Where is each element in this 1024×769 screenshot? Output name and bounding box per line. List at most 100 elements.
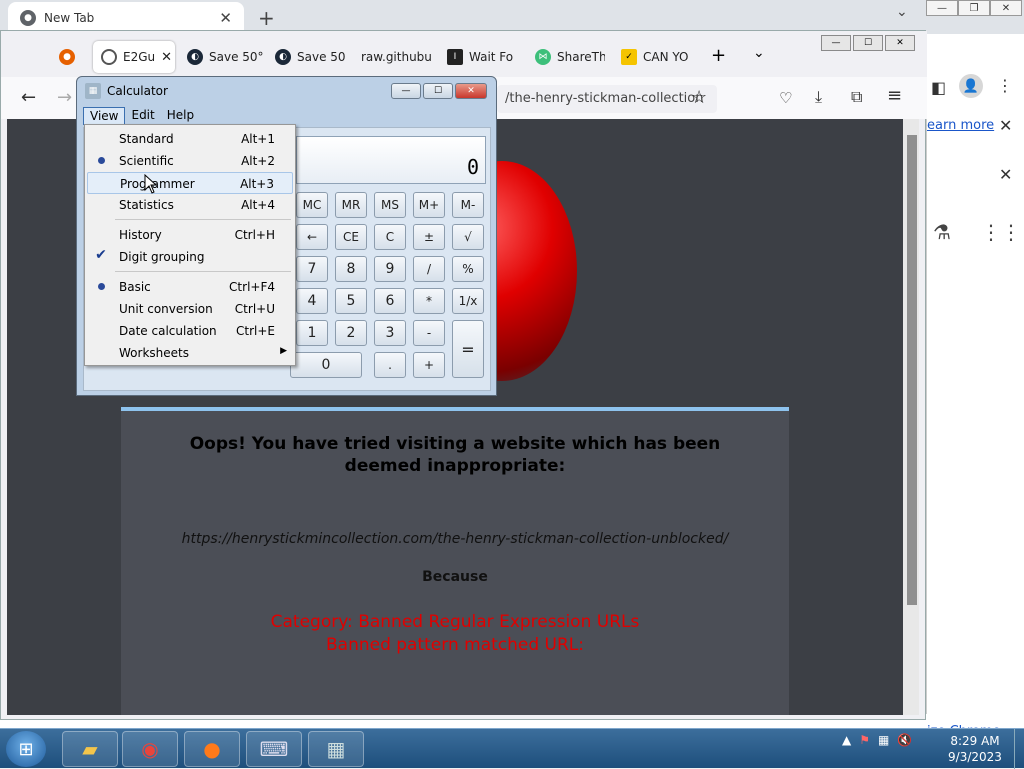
tab-wait[interactable]: I Wait Fo — [447, 41, 521, 73]
menu-item-scientific[interactable]: Scientific Alt+2 — [87, 150, 293, 172]
ms-button[interactable]: MS — [374, 192, 406, 218]
tab-github-raw[interactable]: raw.githubu — [361, 41, 431, 73]
labs-flask-icon[interactable]: ⚗ — [933, 220, 951, 244]
bookmark-star-icon[interactable]: ☆ — [691, 87, 707, 108]
digit-3-button[interactable]: 3 — [374, 320, 406, 346]
forward-arrow-icon[interactable]: → — [57, 87, 72, 108]
menu-item-label: Statistics — [119, 198, 174, 212]
chevron-down-icon[interactable]: ⌄ — [896, 4, 908, 20]
tab-e2guardian[interactable]: E2Gu ✕ — [93, 41, 175, 73]
close-button[interactable]: ✕ — [885, 35, 915, 51]
taskbar-firefox[interactable]: ● — [184, 731, 240, 767]
menu-item-unit-conversion[interactable]: Unit conversion Ctrl+U — [87, 298, 293, 320]
firefox-window-controls: — ☐ ✕ — [821, 35, 915, 51]
show-hidden-icons-icon[interactable]: ▲ — [842, 733, 851, 747]
add-button[interactable]: + — [413, 352, 445, 378]
kebab-menu-icon[interactable]: ⋮ — [997, 76, 1013, 95]
digit-7-button[interactable]: 7 — [296, 256, 328, 282]
percent-button[interactable]: % — [452, 256, 484, 282]
menu-item-shortcut: Alt+1 — [241, 132, 275, 146]
menu-item-worksheets[interactable]: Worksheets ▶ — [87, 342, 293, 364]
digit-1-button[interactable]: 1 — [296, 320, 328, 346]
network-icon[interactable]: ▦ — [878, 733, 889, 747]
close-icon[interactable]: ✕ — [999, 116, 1012, 135]
m-minus-button[interactable]: M- — [452, 192, 484, 218]
taskbar-chrome[interactable]: ◉ — [122, 731, 178, 767]
apps-grid-icon[interactable]: ⋮⋮⋮ — [981, 220, 1024, 244]
subtract-button[interactable]: - — [413, 320, 445, 346]
backspace-button[interactable]: ← — [296, 224, 328, 250]
maximize-button[interactable]: ☐ — [423, 83, 453, 99]
maximize-button[interactable]: ☐ — [853, 35, 883, 51]
menu-help[interactable]: Help — [161, 107, 200, 125]
tab-share[interactable]: ⋈ ShareTh — [535, 41, 605, 73]
close-button[interactable]: ✕ — [455, 83, 487, 99]
profile-icon[interactable]: 👤 — [959, 74, 983, 98]
tab-can-you[interactable]: ✓ CAN YO — [621, 41, 693, 73]
hamburger-menu-icon[interactable]: ≡ — [887, 85, 902, 106]
taskbar-clock[interactable]: 8:29 AM 9/3/2023 — [940, 733, 1010, 765]
close-icon[interactable]: ✕ — [999, 165, 1012, 184]
taskbar-explorer[interactable]: ▰ — [62, 731, 118, 767]
download-icon[interactable]: ⤓ — [815, 87, 822, 107]
close-icon[interactable]: ✕ — [161, 50, 172, 65]
menu-view[interactable]: View — [83, 107, 126, 125]
block-category: Category: Banned Regular Expression URLs — [270, 612, 640, 632]
digit-4-button[interactable]: 4 — [296, 288, 328, 314]
menu-item-shortcut: Ctrl+H — [234, 228, 275, 242]
mc-button[interactable]: MC — [296, 192, 328, 218]
plus-minus-button[interactable]: ± — [413, 224, 445, 250]
tab-steam-1[interactable]: ◐ Save 50° — [187, 41, 265, 73]
menu-item-statistics[interactable]: Statistics Alt+4 — [87, 194, 293, 216]
digit-9-button[interactable]: 9 — [374, 256, 406, 282]
close-icon[interactable]: ✕ — [219, 9, 232, 27]
digit-8-button[interactable]: 8 — [335, 256, 367, 282]
menu-item-basic[interactable]: Basic Ctrl+F4 — [87, 276, 293, 298]
sqrt-button[interactable]: √ — [452, 224, 484, 250]
show-desktop-button[interactable] — [1014, 729, 1024, 769]
menu-item-programmer[interactable]: Programmer Alt+3 — [87, 172, 293, 194]
learn-more-link[interactable]: earn more — [927, 118, 994, 133]
c-button[interactable]: C — [374, 224, 406, 250]
menu-item-standard[interactable]: Standard Alt+1 — [87, 128, 293, 150]
back-arrow-icon[interactable]: ← — [21, 87, 36, 108]
extensions-icon[interactable]: ⧉ — [851, 87, 862, 107]
tab-steam-2[interactable]: ◐ Save 50° — [275, 41, 345, 73]
menu-item-date-calculation[interactable]: Date calculation Ctrl+E — [87, 320, 293, 342]
restore-button[interactable]: ❐ — [958, 0, 990, 16]
mr-button[interactable]: MR — [335, 192, 367, 218]
digit-0-button[interactable]: 0 — [290, 352, 362, 378]
menu-item-digit-grouping[interactable]: ✔ Digit grouping — [87, 246, 293, 268]
reciprocal-button[interactable]: 1/x — [452, 288, 484, 314]
menu-item-history[interactable]: History Ctrl+H — [87, 224, 293, 246]
menu-item-shortcut: Ctrl+F4 — [229, 280, 275, 294]
action-center-flag-icon[interactable]: ⚑ — [859, 733, 870, 747]
divide-button[interactable]: / — [413, 256, 445, 282]
minimize-button[interactable]: — — [391, 83, 421, 99]
firefox-view-icon[interactable]: ● — [59, 49, 75, 65]
minimize-button[interactable]: — — [926, 0, 958, 16]
digit-6-button[interactable]: 6 — [374, 288, 406, 314]
minimize-button[interactable]: — — [821, 35, 851, 51]
close-button[interactable]: ✕ — [990, 0, 1022, 16]
taskbar-calculator[interactable]: ▦ — [308, 731, 364, 767]
volume-muted-icon[interactable]: 🔇 — [897, 733, 912, 747]
new-tab-button[interactable]: + — [258, 6, 275, 30]
multiply-button[interactable]: * — [413, 288, 445, 314]
ce-button[interactable]: CE — [335, 224, 367, 250]
taskbar-on-screen-keyboard[interactable]: ⌨ — [246, 731, 302, 767]
equals-button[interactable]: = — [452, 320, 484, 378]
scrollbar-thumb[interactable] — [907, 135, 917, 605]
m-plus-button[interactable]: M+ — [413, 192, 445, 218]
url-bar[interactable]: /the-henry-stickman-collection — [497, 85, 717, 113]
menu-edit[interactable]: Edit — [125, 107, 160, 125]
digit-2-button[interactable]: 2 — [335, 320, 367, 346]
windows-start-button[interactable]: ⊞ — [6, 731, 46, 767]
chevron-down-icon[interactable]: ⌄ — [753, 45, 765, 61]
pocket-icon[interactable]: ♡ — [779, 89, 792, 107]
menu-item-shortcut: Alt+3 — [240, 177, 274, 191]
decimal-button[interactable]: . — [374, 352, 406, 378]
side-panel-icon[interactable]: ◧ — [931, 78, 946, 97]
digit-5-button[interactable]: 5 — [335, 288, 367, 314]
new-tab-button[interactable]: + — [711, 45, 726, 66]
